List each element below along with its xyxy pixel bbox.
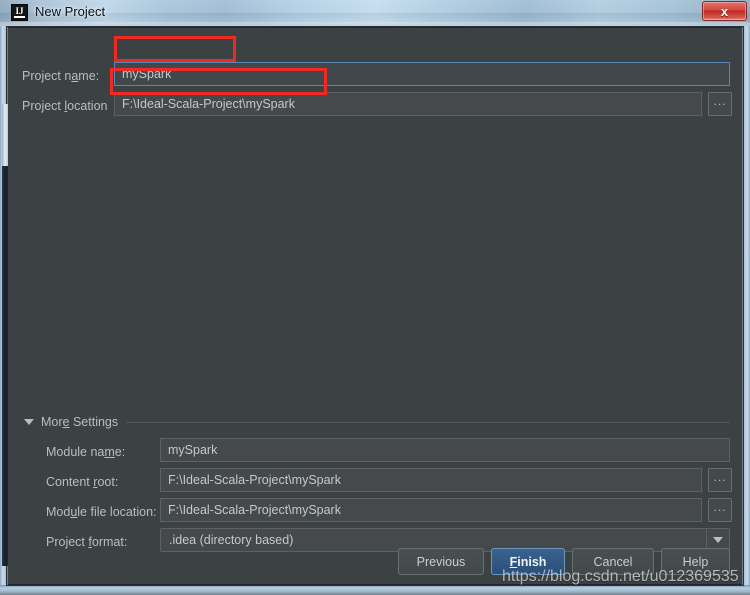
window-edge-highlight	[2, 104, 8, 166]
dialog-content: Project name: mySpark Project location F…	[8, 28, 742, 584]
more-settings-section-header[interactable]: More Settings	[24, 413, 730, 431]
content-root-label: Content root:	[46, 475, 119, 489]
finish-button-label: Finish	[509, 554, 547, 569]
previous-button[interactable]: Previous	[398, 548, 484, 575]
chevron-down-icon	[24, 419, 34, 425]
window-frame-bottom	[0, 585, 750, 595]
window-frame-right	[742, 26, 750, 595]
project-format-label: Project format:	[46, 535, 128, 549]
project-format-value: .idea (directory based)	[169, 533, 294, 547]
finish-button[interactable]: Finish	[491, 548, 565, 575]
section-divider	[126, 421, 730, 423]
content-root-input[interactable]: F:\Ideal-Scala-Project\mySpark	[160, 468, 702, 492]
module-name-input[interactable]: mySpark	[160, 438, 730, 462]
project-name-label: Project name:	[22, 69, 100, 83]
project-location-label: Project location	[22, 99, 108, 113]
module-file-location-browse-button[interactable]: ...	[708, 498, 732, 522]
module-file-location-input[interactable]: F:\Ideal-Scala-Project\mySpark	[160, 498, 702, 522]
intellij-idea-logo-icon: IJ	[11, 4, 28, 21]
more-settings-label: More Settings	[41, 415, 119, 429]
cancel-button[interactable]: Cancel	[572, 548, 654, 575]
help-button[interactable]: Help	[661, 548, 730, 575]
content-root-browse-button[interactable]: ...	[708, 468, 732, 492]
project-location-input[interactable]: F:\Ideal-Scala-Project\mySpark	[114, 92, 702, 116]
project-location-browse-button[interactable]: ...	[708, 92, 732, 116]
new-project-dialog-window: IJ New Project x Project name: mySpark P…	[0, 0, 750, 595]
title-bar[interactable]: IJ New Project x	[0, 0, 750, 26]
window-edge-shadow	[2, 166, 8, 566]
close-icon: x	[720, 3, 729, 19]
window-title: New Project	[35, 4, 106, 19]
module-file-location-label: Module file location:	[46, 505, 157, 519]
module-name-label: Module name:	[46, 445, 126, 459]
project-name-input[interactable]: mySpark	[114, 62, 730, 86]
close-button[interactable]: x	[702, 1, 747, 21]
